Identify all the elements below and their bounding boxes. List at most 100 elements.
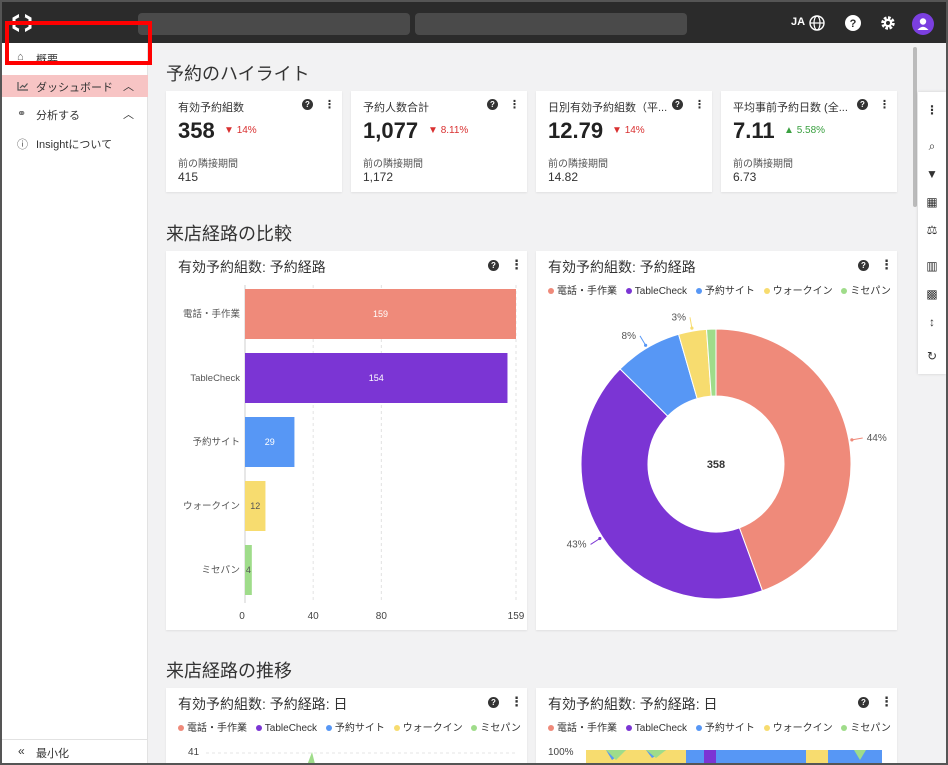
trend-chart-card[interactable]: 有効予約組数: 予約経路: 日 ? ⋮ 電話・手作業 TableCheck 予約… <box>166 688 527 763</box>
more-vertical-icon[interactable]: ⋮ <box>879 98 890 111</box>
category-label: 予約サイト <box>192 436 240 448</box>
slice-leader-line <box>639 335 647 346</box>
kpi-prev-label: 前の隣接期間 <box>733 159 793 170</box>
sidebar: ⌂ 概要 ダッシュボード ︿ ⚭ 分析する ︿ ⓘ Insightについて « … <box>2 43 148 763</box>
bar-value-label: 4 <box>246 565 251 575</box>
category-label: ウォークイン <box>183 501 240 512</box>
user-avatar[interactable] <box>912 13 934 35</box>
slice-percent-label: 8% <box>622 331 637 342</box>
binoculars-icon: ⚭ <box>17 108 27 120</box>
right-toolbar: ⋮ ⌕ ▼ ▦ ⚖ ▥ ▩ ↕ ↻ <box>918 92 946 374</box>
trend-area-misepan <box>307 752 315 763</box>
kpi-delta-value: 14% <box>236 125 257 136</box>
bar-chart-card[interactable]: 有効予約組数: 予約経路 ? ⋮ 0 40 80 159 電話・手作業 159 TableC… <box>166 251 527 630</box>
kpi-card[interactable]: 日別有効予約組数（平... ? ⋮ 12.79 ▼ 14% 前の隣接期間 14.… <box>536 91 712 192</box>
trend-stacked-area <box>586 750 882 763</box>
area-walkin <box>586 750 686 763</box>
grid-icon[interactable]: ▩ <box>918 286 946 302</box>
category-label: TableCheck <box>190 373 240 384</box>
x-tick-label: 40 <box>308 611 320 622</box>
kpi-prev-value: 6.73 <box>733 170 757 184</box>
sidebar-item-analyze[interactable]: ⚭ 分析する ︿ <box>2 103 148 125</box>
kpi-value: 1,077 <box>363 118 419 143</box>
kpi-help-icon[interactable]: ? <box>672 98 683 110</box>
kpi-prev-label: 前の隣接期間 <box>363 159 423 170</box>
top-tab-2[interactable] <box>415 13 687 35</box>
app-window: JA ? ⌂ 概要 ダッシュボード ︿ ⚭ 分析する ︿ ⓘ Insightにつ… <box>0 0 948 765</box>
kpi-card[interactable]: 平均事前予約日数 (全... ? ⋮ 7.11 ▲ 5.58% 前の隣接期間 6… <box>721 91 897 192</box>
filter-icon[interactable]: ▼ <box>918 166 946 182</box>
slice-leader-line <box>689 317 693 329</box>
more-vertical-icon[interactable]: ⋮ <box>918 102 946 118</box>
kpi-card[interactable]: 予約人数合計 ? ⋮ 1,077 ▼ 8.11% 前の隣接期間 1,172 <box>351 91 527 192</box>
more-vertical-icon[interactable]: ⋮ <box>509 98 520 111</box>
slice-percent-label: 43% <box>567 539 587 550</box>
donut-chart-card[interactable]: 有効予約組数: 予約経路 ? ⋮ 電話・手作業 TableCheck 予約サイト… <box>536 251 897 630</box>
kpi-help-icon[interactable]: ? <box>487 98 498 110</box>
kpi-card[interactable]: 有効予約組数 ? ⋮ 358 ▼ 14% 前の隣接期間 415 <box>166 91 342 192</box>
kpi-delta: ▲ 5.58% <box>784 125 826 136</box>
kpi-prev-value: 14.82 <box>548 170 579 184</box>
more-vertical-icon[interactable]: ⋮ <box>694 98 705 111</box>
chevron-up-icon[interactable]: ︿ <box>123 106 134 122</box>
bar-value-label: 159 <box>373 309 388 319</box>
kpi-delta-value: 8.11% <box>440 125 469 136</box>
sidebar-item-about[interactable]: ⓘ Insightについて <box>2 132 148 154</box>
bar-value-label: 12 <box>250 501 260 511</box>
donut-center-label: 358 <box>707 459 725 471</box>
kpi-delta-value: 14% <box>624 125 645 136</box>
kpi-delta: ▼ 14% <box>612 125 645 136</box>
x-tick-label: 80 <box>376 611 388 622</box>
slice-leader-dot <box>850 438 854 442</box>
slice-percent-label: 44% <box>867 433 887 444</box>
top-tab-1[interactable] <box>138 13 410 35</box>
trend-line-chart <box>206 752 516 763</box>
double-chevron-left-icon: « <box>18 744 25 758</box>
scrollbar[interactable] <box>913 47 917 207</box>
donut-chart: 44% 43% 8% 3% 358 <box>567 312 887 600</box>
kpi-help-icon[interactable]: ? <box>302 98 313 110</box>
refresh-icon[interactable]: ↻ <box>918 348 946 364</box>
kpi-title: 平均事前予約日数 (全... <box>733 102 848 114</box>
slice-leader-dot <box>644 343 648 347</box>
bar-value-label: 154 <box>369 373 384 383</box>
language-label[interactable]: JA <box>791 16 805 28</box>
kpi-delta-value: 5.58% <box>796 125 826 136</box>
x-tick-label: 0 <box>239 611 245 622</box>
bar-value-label: 29 <box>265 437 275 447</box>
kpi-value: 12.79 <box>548 118 604 143</box>
scale-icon[interactable]: ⚖ <box>918 222 946 238</box>
section-title-highlights: 予約のハイライト <box>166 64 310 84</box>
area-tablecheck <box>704 750 716 763</box>
bar-chart-icon[interactable]: ▥ <box>918 258 946 274</box>
x-tick-label: 159 <box>508 611 525 622</box>
info-icon: ⓘ <box>17 139 28 151</box>
bar-chart: 0 40 80 159 電話・手作業 159 TableCheck 154 予約サイト 29 ウォー… <box>183 285 525 622</box>
kpi-title: 有効予約組数 <box>178 102 244 114</box>
chevron-up-icon[interactable]: ︿ <box>123 78 134 94</box>
trend-stacked-chart-card[interactable]: 有効予約組数: 予約経路: 日 ? ⋮ 電話・手作業 TableCheck 予約… <box>536 688 897 763</box>
section-title-compare: 来店経路の比較 <box>166 224 292 244</box>
sidebar-item-label: 分析する <box>36 110 80 122</box>
kpi-help-icon[interactable]: ? <box>857 98 868 110</box>
slice-leader-dot <box>690 326 694 330</box>
category-label: ミセパン <box>202 565 240 576</box>
calendar-icon[interactable]: ▦ <box>918 194 946 210</box>
kpi-prev-value: 415 <box>178 170 199 184</box>
category-label: 電話・手作業 <box>183 308 241 320</box>
help-icon[interactable]: ? <box>844 14 862 32</box>
kpi-delta: ▼ 8.11% <box>428 125 469 136</box>
section-title-trend: 来店経路の推移 <box>166 661 292 681</box>
user-icon <box>917 18 929 30</box>
sidebar-item-dashboard[interactable]: ダッシュボード ︿ <box>2 75 148 97</box>
minimize-button[interactable]: « 最小化 <box>2 739 148 763</box>
kpi-prev-value: 1,172 <box>363 170 394 184</box>
search-icon[interactable]: ⌕ <box>918 138 946 154</box>
kpi-prev-label: 前の隣接期間 <box>548 159 608 170</box>
more-vertical-icon[interactable]: ⋮ <box>324 98 335 111</box>
kpi-title: 日別有効予約組数（平... <box>548 102 668 114</box>
globe-icon[interactable] <box>808 14 826 32</box>
settings-gear-icon[interactable] <box>879 14 897 32</box>
slice-leader-dot <box>598 536 602 541</box>
sort-icon[interactable]: ↕ <box>918 314 946 330</box>
